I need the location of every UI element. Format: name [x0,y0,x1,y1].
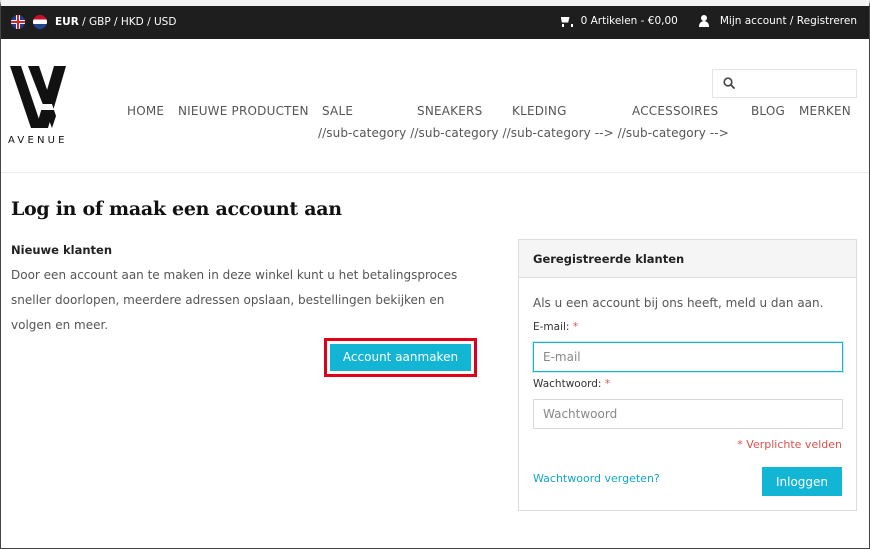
nav-new-products[interactable]: NIEUWE PRODUCTEN [178,104,309,118]
required-note: * Verplichte velden [737,438,842,451]
account-link[interactable]: Mijn account / Registreren [720,15,857,27]
nav-blog[interactable]: BLOG [751,104,785,118]
search-box[interactable] [712,69,857,98]
header-divider [1,172,869,173]
nav-accessoires[interactable]: ACCESSOIRES [632,104,718,118]
create-account-highlight: Account aanmaken [324,338,477,377]
currency-list: EUR / GBP / HKD / USD [55,16,177,28]
cart-icon[interactable] [559,16,573,27]
uk-flag-icon[interactable] [11,15,25,29]
new-customers-text: Door een account aan te maken in deze wi… [11,268,458,332]
currency-switcher: EUR / GBP / HKD / USD [11,15,176,29]
topbar-links: 0 Artikelen - €0,00 Mijn account / Regis… [559,15,857,27]
email-label: E-mail: * [533,321,579,333]
login-intro: Als u een account bij ons heeft, meld u … [533,296,824,310]
registered-customers-title: Geregistreerde klanten [533,252,685,266]
email-field[interactable] [533,342,843,372]
nav-sale[interactable]: SALE [322,104,353,118]
subcategory-line: //sub-category //sub-category //sub-cate… [318,126,729,140]
logo-text: AVENUE [8,135,68,146]
login-button[interactable]: Inloggen [762,467,842,496]
password-label: Wachtwoord: * [533,378,611,390]
password-field[interactable] [533,399,843,429]
page-title: Log in of maak een account aan [11,198,342,220]
required-mark: * [604,378,611,390]
currency-gbp[interactable]: GBP [89,16,111,28]
panel-header: Geregistreerde klanten [519,240,856,278]
site-logo[interactable]: AVENUE [8,64,78,148]
user-icon[interactable] [698,15,710,27]
currency-usd[interactable]: USD [154,16,176,28]
top-bar: EUR / GBP / HKD / USD 0 Artikelen - €0,0… [1,6,869,39]
nav-merken[interactable]: MERKEN [799,104,851,118]
search-icon[interactable] [723,77,735,89]
create-account-button[interactable]: Account aanmaken [330,344,471,371]
required-mark: * [572,321,579,333]
nav-kleding[interactable]: KLEDING [512,104,567,118]
nav-home[interactable]: HOME [127,104,164,118]
nl-flag-icon[interactable] [33,15,47,29]
currency-hkd[interactable]: HKD [121,16,144,28]
nav-sneakers[interactable]: SNEAKERS [417,104,482,118]
new-customers-title: Nieuwe klanten [11,243,113,257]
cart-link[interactable]: 0 Artikelen - €0,00 [581,15,678,27]
forgot-password-link[interactable]: Wachtwoord vergeten? [533,472,660,485]
currency-eur[interactable]: EUR [55,16,79,28]
logo-mark [10,66,66,128]
registered-customers-panel: Geregistreerde klanten Als u een account… [518,239,857,511]
